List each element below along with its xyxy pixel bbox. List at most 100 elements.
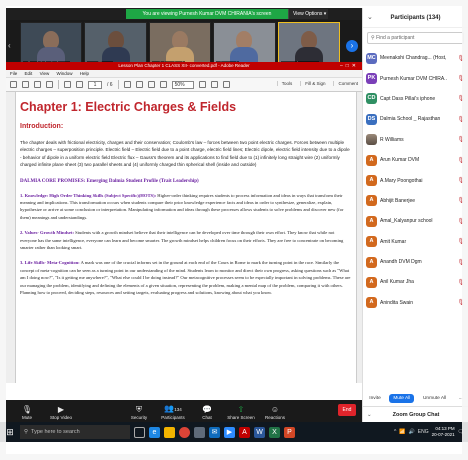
participant-row[interactable]: A Anil Kumar Jha 🎙	[363, 272, 468, 292]
task-view-icon[interactable]	[134, 426, 145, 438]
participants-label: Participants	[161, 415, 185, 420]
edge-icon[interactable]: e	[149, 426, 160, 438]
participant-row[interactable]: A Abhijit Banerjee 🎙	[363, 191, 468, 211]
participant-row[interactable]: RWR Williams 🎙	[363, 130, 468, 150]
print-icon[interactable]	[34, 81, 41, 88]
security-button[interactable]: ⛨ Security	[124, 404, 154, 420]
invite-button[interactable]: Invite	[365, 394, 384, 403]
chrome-icon[interactable]	[179, 426, 190, 438]
powerpoint-icon[interactable]: P	[284, 426, 295, 438]
muted-mic-icon[interactable]: 🎙	[450, 55, 466, 62]
network-icon[interactable]: 📶	[399, 429, 405, 435]
participant-search-input[interactable]: ⚲ Find a participant	[367, 32, 464, 44]
prev-page-icon[interactable]	[64, 81, 71, 88]
muted-mic-icon[interactable]: 🎙	[450, 116, 466, 123]
mute-all-button[interactable]: Mute All	[389, 393, 415, 403]
muted-mic-icon[interactable]: 🎙	[450, 75, 466, 82]
word-icon[interactable]: W	[254, 426, 265, 438]
zoom-app-icon[interactable]: ▶	[224, 426, 235, 438]
document-viewport[interactable]: Chapter 1: Electric Charges & Fields Int…	[6, 92, 362, 383]
muted-mic-icon[interactable]: 🎙	[450, 177, 466, 184]
avatar: A	[366, 236, 377, 248]
muted-mic-icon[interactable]: 🎙	[450, 95, 466, 102]
participant-row[interactable]: A Anandh DVM Dgm 🎙	[363, 252, 468, 272]
muted-mic-icon[interactable]: 🎙	[450, 197, 466, 204]
navigation-pane[interactable]	[6, 92, 16, 383]
menu-edit[interactable]: Edit	[25, 71, 33, 76]
muted-mic-icon[interactable]: 🎙	[450, 238, 466, 245]
participant-row[interactable]: CD Capt Dass Pillai's iphone 🎙	[363, 89, 468, 109]
taskbar-search-box[interactable]: ⚲ Type here to search	[20, 425, 130, 439]
next-page-icon[interactable]	[76, 81, 83, 88]
store-icon[interactable]	[194, 426, 205, 438]
excel-icon[interactable]: X	[269, 426, 280, 438]
comment-icon[interactable]	[210, 81, 218, 88]
participant-name: Anil Kumar Jha	[380, 279, 414, 286]
tab-fill-sign[interactable]: Fill & Sign	[300, 81, 325, 86]
participant-row[interactable]: A A.Mary Poongothai 🎙	[363, 170, 468, 190]
more-options-button[interactable]: ...	[455, 394, 467, 403]
view-options-button[interactable]: View Options ▾	[288, 9, 328, 19]
muted-mic-icon[interactable]: 🎙	[450, 157, 466, 164]
tab-tools[interactable]: Tools	[276, 81, 292, 86]
knowledge-lead: 1. Knowledge: High Order Thinking Skills…	[20, 192, 157, 198]
group-chat-header[interactable]: ⌄ Zoom Group Chat	[363, 406, 468, 422]
reactions-button[interactable]: ☺ Reactions	[260, 404, 290, 420]
email-icon[interactable]	[46, 81, 53, 88]
avatar: A	[366, 297, 377, 309]
video-strip-next-icon[interactable]: ›	[346, 40, 358, 52]
participant-row[interactable]: A Arun Kumar DVM 🎙	[363, 150, 468, 170]
select-tool-icon[interactable]	[123, 81, 131, 88]
notifications-icon[interactable]: 🗨	[458, 429, 464, 435]
windows-start-icon[interactable]: ⊞	[4, 426, 16, 438]
open-icon[interactable]	[10, 81, 17, 88]
file-explorer-icon[interactable]	[164, 426, 175, 438]
hand-tool-icon[interactable]	[135, 81, 143, 88]
mail-icon[interactable]: ✉	[209, 426, 220, 438]
participant-row[interactable]: MCMeenakshi Chandrag... (Host, me)🎙	[363, 48, 468, 68]
muted-mic-icon[interactable]: 🎙	[450, 259, 466, 266]
stop-video-label: Stop Video	[50, 415, 72, 420]
collapse-chevron-icon[interactable]: ⌄	[367, 407, 372, 423]
highlight-icon[interactable]	[222, 81, 230, 88]
tab-comment[interactable]: Comment	[333, 81, 358, 86]
muted-mic-icon[interactable]: 🎙	[450, 279, 466, 286]
window-controls[interactable]: –□✕	[340, 62, 359, 70]
zoom-in-icon[interactable]	[159, 81, 167, 88]
taskbar-clock[interactable]: 04:13 PM 20-07-2021	[432, 426, 455, 438]
menu-window[interactable]: Window	[57, 71, 73, 76]
zoom-level-select[interactable]: 50%	[171, 80, 194, 89]
participant-row[interactable]: A Anindita Swain 🎙	[363, 293, 468, 313]
mute-button[interactable]: 🎙 Mute	[12, 404, 42, 420]
stop-video-button[interactable]: ▶ Stop Video	[46, 404, 76, 420]
collapse-chevron-icon[interactable]: ⌄	[367, 8, 373, 28]
share-screen-button[interactable]: ⇧ Share Screen	[226, 404, 256, 420]
volume-icon[interactable]: 🔊	[409, 429, 415, 435]
right-pane-tabs: Tools Fill & Sign Comment	[276, 81, 358, 86]
page-number-input[interactable]: 1	[88, 80, 102, 89]
end-meeting-button[interactable]: End	[338, 404, 356, 416]
participant-row[interactable]: A Amit Kumar 🎙	[363, 232, 468, 252]
acrobat-app-icon[interactable]: A	[239, 426, 250, 438]
chat-button[interactable]: 💬 Chat	[192, 404, 222, 420]
unmute-all-button[interactable]: Unmute All	[419, 394, 450, 403]
tray-chevron-icon[interactable]: ^	[394, 429, 396, 435]
muted-mic-icon[interactable]: 🎙	[450, 218, 466, 225]
menu-view[interactable]: View	[40, 71, 50, 76]
avatar: A	[366, 276, 377, 288]
screen-share-banner: You are viewing Purnesh Kumar DVM CHIRAN…	[6, 8, 362, 20]
participant-row[interactable]: PK Purnesh Kumar DVM CHIRA... 🎙	[363, 68, 468, 88]
shield-icon: ⛨	[136, 405, 142, 414]
participant-row[interactable]: A Amal_Kalyanpur school 🎙	[363, 211, 468, 231]
participants-button[interactable]: 👥134 Participants	[158, 403, 188, 420]
video-strip-prev-icon[interactable]: ‹	[8, 40, 18, 52]
language-indicator[interactable]: ENG	[418, 429, 429, 435]
zoom-out-icon[interactable]	[147, 81, 155, 88]
menu-help[interactable]: Help	[80, 71, 89, 76]
muted-mic-icon[interactable]: 🎙	[450, 299, 466, 306]
fit-page-icon[interactable]	[198, 81, 206, 88]
participant-row[interactable]: DS Dalmia School _ Rajasthan 🎙	[363, 109, 468, 129]
muted-mic-icon[interactable]: 🎙	[450, 136, 466, 143]
save-icon[interactable]	[22, 81, 29, 88]
menu-file[interactable]: File	[10, 71, 17, 76]
